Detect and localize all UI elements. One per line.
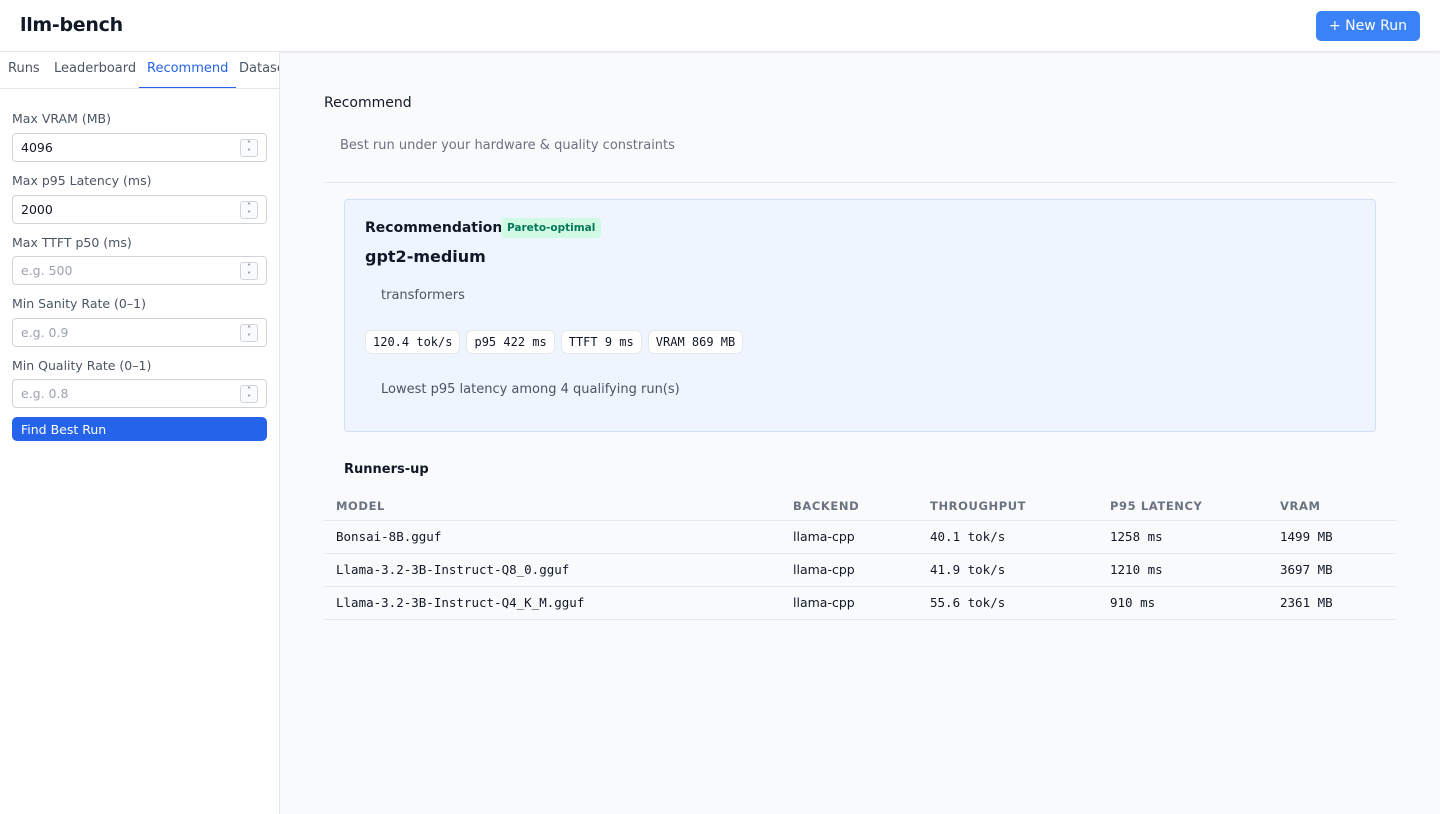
tab-leaderboard[interactable]: Leaderboard [54, 52, 136, 88]
min-quality-rate-label: Min Quality Rate (0–1) [12, 358, 152, 373]
max-p95-latency-label: Max p95 Latency (ms) [12, 173, 152, 188]
page-title: Recommend [324, 95, 412, 111]
vram-chip: VRAM 869 MB [647, 330, 744, 354]
top-header: llm-bench + New Run [0, 0, 1440, 52]
recommended-model-name: gpt2-medium [365, 247, 486, 266]
table-header-row: MODEL BACKEND THROUGHPUT P95 LATENCY VRA… [324, 492, 1396, 521]
chevron-down-icon[interactable]: ˅ [241, 211, 257, 219]
max-vram-input[interactable] [13, 134, 233, 161]
recommended-backend: transformers [381, 288, 465, 303]
chevron-down-icon[interactable]: ˅ [241, 272, 257, 280]
cell-vram: 1499 MB [1268, 520, 1396, 554]
table-row[interactable]: Bonsai-8B.gguf llama-cpp 40.1 tok/s 1258… [324, 520, 1396, 554]
p95-latency-chip: p95 422 ms [466, 330, 555, 354]
tab-datasets[interactable]: Datase [239, 52, 279, 88]
cell-throughput: 55.6 tok/s [918, 586, 1098, 620]
max-p95-latency-stepper[interactable]: ˄ ˅ [240, 201, 258, 219]
app-title: llm-bench [20, 14, 123, 36]
cell-model: Bonsai-8B.gguf [324, 520, 781, 554]
chevron-down-icon[interactable]: ˅ [241, 149, 257, 157]
max-ttft-label: Max TTFT p50 (ms) [12, 235, 132, 250]
min-sanity-rate-label: Min Sanity Rate (0–1) [12, 296, 146, 311]
column-header-model[interactable]: MODEL [324, 492, 781, 521]
recommendation-reason: Lowest p95 latency among 4 qualifying ru… [381, 382, 680, 397]
column-header-vram[interactable]: VRAM [1268, 492, 1396, 521]
cell-vram: 2361 MB [1268, 586, 1396, 620]
tab-bar: Runs Leaderboard Recommend Datase [0, 52, 279, 89]
cell-backend: llama-cpp [781, 520, 918, 554]
runners-up-table: MODEL BACKEND THROUGHPUT P95 LATENCY VRA… [324, 492, 1396, 620]
cell-model: Llama-3.2-3B-Instruct-Q4_K_M.gguf [324, 586, 781, 620]
table-row[interactable]: Llama-3.2-3B-Instruct-Q4_K_M.gguf llama-… [324, 586, 1396, 620]
cell-throughput: 40.1 tok/s [918, 520, 1098, 554]
cell-throughput: 41.9 tok/s [918, 553, 1098, 587]
max-vram-field: ˄ ˅ [12, 133, 267, 162]
pareto-optimal-badge: Pareto-optimal [501, 218, 602, 238]
max-p95-latency-field: ˄ ˅ [12, 195, 267, 224]
max-vram-label: Max VRAM (MB) [12, 111, 111, 126]
main-content: Recommend Best run under your hardware &… [280, 52, 1440, 814]
cell-backend: llama-cpp [781, 586, 918, 620]
max-p95-latency-input[interactable] [13, 196, 233, 223]
max-vram-stepper[interactable]: ˄ ˅ [240, 139, 258, 157]
divider [324, 182, 1396, 183]
min-sanity-rate-stepper[interactable]: ˄ ˅ [240, 324, 258, 342]
find-best-run-button[interactable]: Find Best Run [12, 417, 267, 441]
cell-model: Llama-3.2-3B-Instruct-Q8_0.gguf [324, 553, 781, 587]
metric-chips: 120.4 tok/s p95 422 ms TTFT 9 ms VRAM 86… [365, 330, 744, 354]
throughput-chip: 120.4 tok/s [365, 330, 461, 354]
cell-backend: llama-cpp [781, 553, 918, 587]
min-sanity-rate-input[interactable] [13, 319, 233, 346]
recommendation-heading: Recommendation [365, 220, 503, 236]
chevron-down-icon[interactable]: ˅ [241, 334, 257, 342]
cell-p95-latency: 1210 ms [1098, 553, 1268, 587]
new-run-button[interactable]: + New Run [1315, 11, 1420, 41]
chevron-down-icon[interactable]: ˅ [241, 395, 257, 403]
runners-up-title: Runners-up [344, 462, 429, 477]
min-sanity-rate-field: ˄ ˅ [12, 318, 267, 347]
cell-p95-latency: 1258 ms [1098, 520, 1268, 554]
max-ttft-input[interactable] [13, 257, 233, 284]
page-subtitle: Best run under your hardware & quality c… [340, 138, 675, 153]
tab-recommend[interactable]: Recommend [139, 52, 237, 88]
min-quality-rate-stepper[interactable]: ˄ ˅ [240, 385, 258, 403]
column-header-backend[interactable]: BACKEND [781, 492, 918, 521]
recommendation-card: Recommendation Pareto-optimal gpt2-mediu… [344, 199, 1376, 432]
max-ttft-stepper[interactable]: ˄ ˅ [240, 262, 258, 280]
column-header-throughput[interactable]: THROUGHPUT [918, 492, 1098, 521]
cell-vram: 3697 MB [1268, 553, 1396, 587]
sidebar: Runs Leaderboard Recommend Datase Max VR… [0, 52, 280, 814]
cell-p95-latency: 910 ms [1098, 586, 1268, 620]
tab-runs[interactable]: Runs [8, 52, 40, 88]
min-quality-rate-field: ˄ ˅ [12, 379, 267, 408]
table-row[interactable]: Llama-3.2-3B-Instruct-Q8_0.gguf llama-cp… [324, 553, 1396, 587]
max-ttft-field: ˄ ˅ [12, 256, 267, 285]
min-quality-rate-input[interactable] [13, 380, 233, 407]
ttft-chip: TTFT 9 ms [560, 330, 642, 354]
column-header-p95-latency[interactable]: P95 LATENCY [1098, 492, 1268, 521]
